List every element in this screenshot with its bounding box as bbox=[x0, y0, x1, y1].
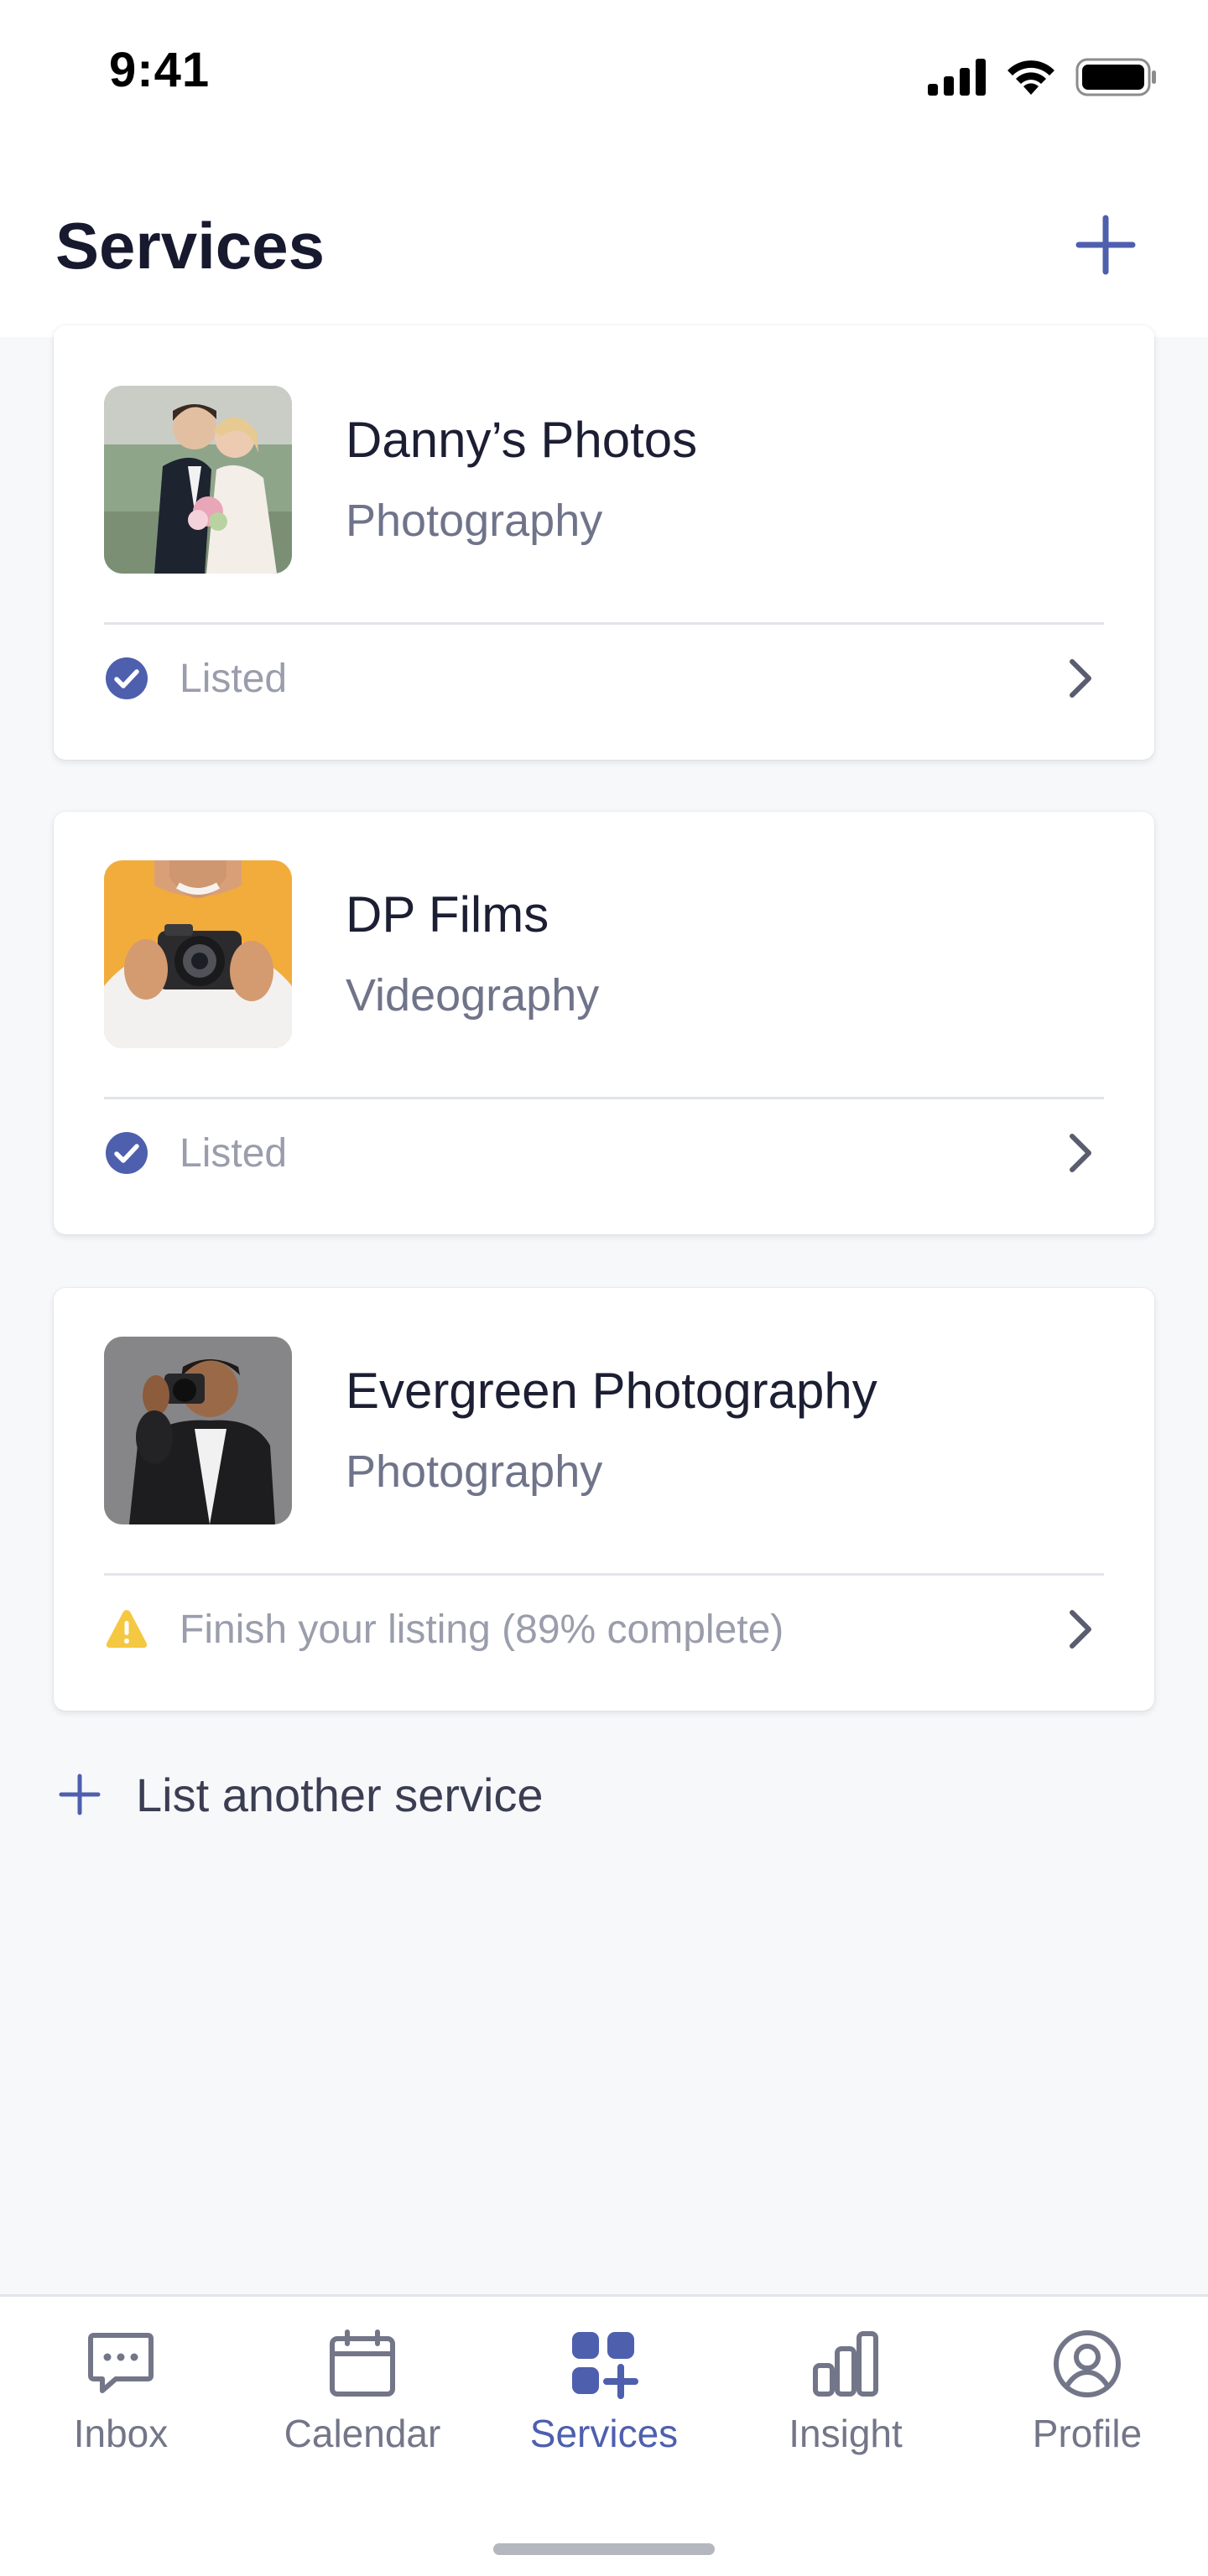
tab-label: Services bbox=[529, 2412, 679, 2455]
service-thumbnail bbox=[104, 860, 292, 1048]
service-thumbnail bbox=[104, 386, 292, 574]
service-name: DP Films bbox=[346, 886, 549, 943]
chat-bubble-icon bbox=[88, 2333, 154, 2393]
tab-services[interactable]: Services bbox=[483, 2322, 725, 2473]
warning-triangle-icon bbox=[106, 1610, 148, 1648]
page-title: Services bbox=[55, 209, 325, 283]
service-card[interactable]: Danny’s Photos Photography Listed bbox=[54, 325, 1154, 760]
service-status-row[interactable]: Listed bbox=[104, 1099, 1104, 1207]
chevron-right-icon bbox=[1070, 1610, 1091, 1649]
home-indicator bbox=[493, 2543, 715, 2555]
tab-bar: Inbox Calendar Services Insight Profile bbox=[0, 2294, 1208, 2576]
service-category: Photography bbox=[346, 496, 603, 546]
check-circle-icon bbox=[106, 657, 148, 699]
tab-insight[interactable]: Insight bbox=[725, 2322, 966, 2473]
chevron-right-icon bbox=[1070, 1134, 1091, 1172]
service-name: Danny’s Photos bbox=[346, 412, 698, 468]
tab-label: Insight bbox=[789, 2412, 903, 2455]
list-another-service-label: List another service bbox=[136, 1768, 544, 1821]
photographer-portrait-photo-icon bbox=[104, 1337, 292, 1524]
check-circle-icon bbox=[106, 1132, 148, 1174]
header: Services bbox=[0, 151, 1208, 337]
service-category: Videography bbox=[346, 970, 600, 1021]
service-status-text: Finish your listing (89% complete) bbox=[180, 1607, 784, 1652]
service-category: Photography bbox=[346, 1446, 603, 1497]
service-status-row[interactable]: Finish your listing (89% complete) bbox=[104, 1576, 1104, 1683]
service-status-text: Listed bbox=[180, 1130, 288, 1176]
tab-calendar[interactable]: Calendar bbox=[242, 2322, 483, 2473]
services-grid-icon bbox=[572, 2332, 638, 2399]
battery-icon bbox=[1075, 58, 1156, 96]
service-status-row[interactable]: Listed bbox=[104, 625, 1104, 732]
wifi-icon bbox=[1008, 60, 1054, 95]
list-another-service-button[interactable]: List another service bbox=[59, 1761, 544, 1828]
service-card[interactable]: Evergreen Photography Photography Finish… bbox=[54, 1288, 1154, 1711]
cellular-signal-icon bbox=[928, 59, 986, 96]
service-status-text: Listed bbox=[180, 656, 288, 701]
bar-chart-icon bbox=[813, 2331, 878, 2397]
tab-label: Inbox bbox=[73, 2412, 169, 2455]
add-service-button[interactable] bbox=[1070, 210, 1141, 280]
service-card[interactable]: DP Films Videography Listed bbox=[54, 812, 1154, 1234]
wedding-couple-photo-icon bbox=[104, 386, 292, 574]
tab-inbox[interactable]: Inbox bbox=[0, 2322, 242, 2473]
plus-icon bbox=[59, 1774, 101, 1815]
service-thumbnail bbox=[104, 1337, 292, 1524]
tab-label: Calendar bbox=[284, 2412, 441, 2455]
plus-icon bbox=[1075, 215, 1136, 275]
service-name: Evergreen Photography bbox=[346, 1363, 877, 1419]
user-circle-icon bbox=[1054, 2330, 1121, 2397]
chevron-right-icon bbox=[1070, 659, 1091, 698]
status-bar: 9:41 bbox=[0, 0, 1208, 151]
man-with-camera-photo-icon bbox=[104, 860, 292, 1048]
calendar-icon bbox=[330, 2329, 395, 2397]
tab-profile[interactable]: Profile bbox=[966, 2322, 1208, 2473]
status-time: 9:41 bbox=[109, 43, 211, 97]
tab-label: Profile bbox=[1032, 2412, 1143, 2455]
status-icons bbox=[928, 52, 1158, 102]
